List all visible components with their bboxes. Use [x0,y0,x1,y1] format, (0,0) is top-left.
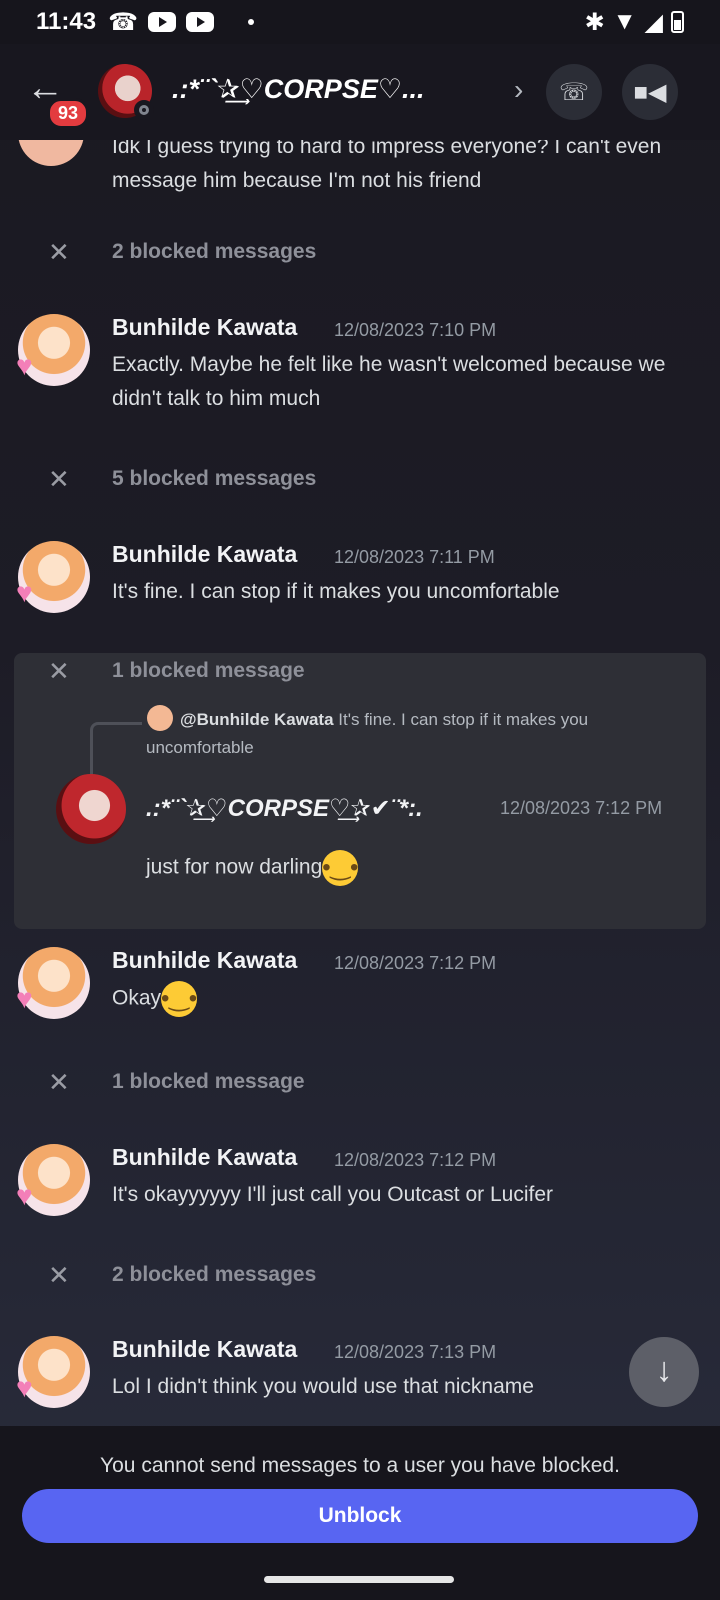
status-bar: 11:43 ☎ ✱ ▼ ◢ [0,0,720,44]
close-icon[interactable]: ✕ [48,1260,70,1291]
system-icons: ✱ ▼ ◢ [585,8,684,37]
message-text-content: Okay [112,986,162,1010]
timestamp: 12/08/2023 7:12 PM [500,798,663,818]
message-text: It's fine. I can stop if it makes you un… [112,580,560,603]
close-icon[interactable]: ✕ [48,237,70,268]
blocked-messages-row[interactable]: ✕ 1 blocked message [0,651,720,691]
arrow-down-icon: ↓ [655,1351,673,1389]
avatar[interactable]: ♥ [16,314,90,386]
reply-preview[interactable]: @Bunhilde Kawata It's fine. I can stop i… [146,706,666,762]
message-text: Idk I guess trying to hard to impress ev… [112,140,662,192]
wifi-icon: ▼ [612,8,637,35]
notification-icons: ☎ [108,8,254,37]
heart-icon: ♥ [16,1180,33,1211]
username[interactable]: Bunhilde Kawata [112,1144,297,1171]
timestamp: 12/08/2023 7:12 PM [334,953,497,973]
chevron-right-icon[interactable]: › [514,74,523,106]
message-text: Exactly. Maybe he felt like he wasn't we… [112,353,666,410]
voice-call-button[interactable]: ☏ [546,64,602,120]
reply-username: @Bunhilde Kawata [180,710,334,729]
username[interactable]: Bunhilde Kawata [112,947,297,974]
signal-icon: ◢ [644,8,663,36]
blocked-label: 1 blocked message [112,659,305,682]
blocked-messages-row[interactable]: ✕ 1 blocked message [0,1062,720,1102]
blocked-messages-row[interactable]: ✕ 2 blocked messages [0,232,720,272]
message-text: just for now darling•‿• [146,850,358,886]
avatar[interactable]: ♥ [16,947,90,1019]
scroll-to-bottom-button[interactable]: ↓ [629,1337,699,1407]
username[interactable]: Bunhilde Kawata [112,541,297,568]
blocked-label: 5 blocked messages [112,467,317,490]
more-notifications-dot-icon [247,19,254,25]
youtube-icon-2 [185,12,214,32]
blocked-label: 2 blocked messages [112,1263,317,1286]
avatar[interactable]: ♥ [16,541,90,613]
heart-icon: ♥ [16,1372,33,1403]
unblock-button[interactable]: Unblock [22,1489,698,1543]
video-call-button[interactable]: ■◀ [622,64,678,120]
heart-icon: ♥ [16,350,33,381]
blocked-messages-row[interactable]: ✕ 5 blocked messages [0,459,720,499]
bluetooth-icon: ✱ [584,8,605,36]
status-time: 11:43 [36,8,97,35]
timestamp: 12/08/2023 7:10 PM [334,320,497,340]
avatar[interactable]: ♥ [16,1336,90,1408]
system-nav-bar [0,1558,720,1600]
offline-status-icon [134,100,154,120]
slight-smile-emoji-icon: •‿• [322,850,358,886]
video-camera-icon: ■◀ [633,78,667,106]
youtube-icon [147,12,176,32]
blocked-label: 1 blocked message [112,1070,305,1093]
timestamp: 12/08/2023 7:13 PM [334,1342,497,1362]
username[interactable]: Bunhilde Kawata [112,1336,297,1363]
message-text: It's okayyyyyy I'll just call you Outcas… [112,1183,553,1206]
avatar[interactable]: ♥ [16,1144,90,1216]
phone-icon: ☏ [558,78,589,106]
slight-smile-emoji-icon: •‿• [161,981,197,1017]
close-icon[interactable]: ✕ [48,1067,70,1098]
close-icon[interactable]: ✕ [48,464,70,495]
unread-badge: 93 [47,98,90,129]
heart-icon: ♥ [16,983,33,1014]
username[interactable]: Bunhilde Kawata [112,314,297,341]
message-text: Lol I didn't think you would use that ni… [112,1375,534,1398]
home-gesture-handle[interactable] [264,1576,454,1583]
close-icon[interactable]: ✕ [48,656,70,687]
timestamp: 12/08/2023 7:12 PM [334,1150,497,1170]
heart-icon: ♥ [16,577,33,608]
battery-icon [671,11,684,33]
blocked-notice: You cannot send messages to a user you h… [100,1454,620,1477]
message-text: Okay•‿• [112,981,702,1017]
blocked-footer: You cannot send messages to a user you h… [0,1426,720,1558]
message-list[interactable]: Idk I guess trying to hard to impress ev… [0,140,720,1426]
blocked-label: 2 blocked messages [112,240,317,263]
phone-call-notification-icon: ☎ [108,8,138,36]
avatar[interactable] [56,774,126,844]
message-text-content: just for now darling [146,855,323,879]
username[interactable]: .:*¨`✰͢♡CORPSE♡͢✰✔¨*:. [146,794,423,823]
chat-header: ← 93 .:*¨`✰͢♡CORPSE♡... › ☏ ■◀ [0,44,720,140]
timestamp: 12/08/2023 7:11 PM [334,547,495,567]
blocked-messages-row[interactable]: ✕ 2 blocked messages [0,1255,720,1295]
avatar[interactable] [18,140,84,166]
channel-title[interactable]: .:*¨`✰͢♡CORPSE♡... [172,74,502,105]
reply-connector [90,722,142,778]
